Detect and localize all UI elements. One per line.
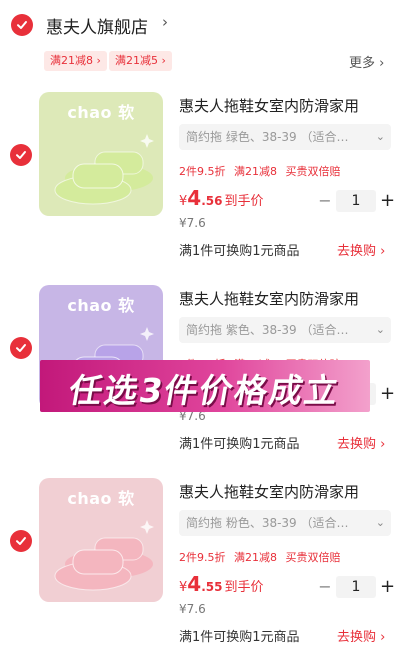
check-icon: [17, 21, 27, 29]
sku-selector-label: 简约拖 粉色、38-39 （适合…: [186, 516, 349, 530]
swap-offer-link[interactable]: 去换购 ›: [337, 433, 385, 452]
final-price: ¥4.56到手价: [179, 186, 263, 210]
product-title[interactable]: 惠夫人拖鞋女室内防滑家用: [179, 95, 391, 116]
product-image-caption: chao 软: [67, 489, 135, 508]
promo-labels: 2件9.5折 满21减8 买贵双倍赔: [179, 163, 346, 179]
chevron-down-icon: ⌄: [375, 516, 385, 529]
sku-selector-label: 简约拖 绿色、38-39 （适合…: [186, 130, 349, 144]
promo-label: 买贵双倍赔: [285, 165, 341, 178]
price-decimal: .56: [201, 194, 223, 208]
price-label: 到手价: [224, 194, 264, 209]
promo-label: 买贵双倍赔: [285, 551, 341, 564]
promo-label: 满21减8: [234, 165, 277, 178]
increase-button[interactable]: +: [380, 576, 395, 598]
overlay-banner: 任选3件价格成立: [40, 360, 370, 412]
price-integer: 4: [187, 572, 202, 596]
cart-item: chao 软 惠夫人拖鞋女室内防滑家用 简约拖 绿色、38-39 （适合… ⌄ …: [0, 92, 401, 282]
price-integer: 4: [187, 186, 202, 210]
swap-offer-text: 满1件可换购1元商品: [179, 437, 300, 452]
final-price: ¥4.55 到手价: [179, 572, 263, 596]
increase-button[interactable]: +: [380, 190, 395, 212]
quantity-stepper: − 1 +: [318, 576, 395, 598]
product-image-caption: chao 软: [67, 296, 135, 315]
sku-selector[interactable]: 简约拖 粉色、38-39 （适合… ⌄: [179, 510, 391, 536]
store-name[interactable]: 惠夫人旗舰店: [46, 13, 148, 38]
promo-label: 2件9.5折: [179, 551, 226, 564]
promo-label: 2件9.5折: [179, 165, 226, 178]
swap-offer-link[interactable]: 去换购 ›: [337, 240, 385, 259]
original-price: ¥7.6: [179, 602, 206, 616]
product-image[interactable]: chao 软: [39, 92, 163, 216]
product-title[interactable]: 惠夫人拖鞋女室内防滑家用: [179, 481, 391, 502]
swap-offer-text: 满1件可换购1元商品: [179, 630, 300, 645]
promo-tag[interactable]: 满21减5 ›: [109, 51, 172, 71]
product-image[interactable]: chao 软: [39, 478, 163, 602]
sku-selector[interactable]: 简约拖 绿色、38-39 （适合… ⌄: [179, 124, 391, 150]
quantity-input[interactable]: 1: [336, 190, 376, 212]
cart-item: chao 软 惠夫人拖鞋女室内防滑家用 简约拖 粉色、38-39 （适合… ⌄ …: [0, 478, 401, 663]
promo-tag[interactable]: 满21减8 ›: [44, 51, 107, 71]
promo-label: 满21减8: [234, 551, 277, 564]
store-arrow-icon[interactable]: ›: [162, 13, 168, 31]
swap-offer-link[interactable]: 去换购 ›: [337, 626, 385, 645]
store-select-checkbox[interactable]: [11, 14, 33, 36]
sku-selector-label: 简约拖 紫色、38-39 （适合…: [186, 323, 349, 337]
product-image-caption: chao 软: [67, 103, 135, 122]
sku-selector[interactable]: 简约拖 紫色、38-39 （适合… ⌄: [179, 317, 391, 343]
overlay-banner-text: 任选3件价格成立: [66, 371, 343, 410]
price-decimal: .55: [201, 580, 223, 594]
decrease-button[interactable]: −: [318, 576, 332, 598]
original-price: ¥7.6: [179, 216, 206, 230]
quantity-stepper: − 1 +: [318, 190, 395, 212]
chevron-down-icon: ⌄: [375, 130, 385, 143]
increase-button[interactable]: +: [380, 383, 395, 405]
swap-offer-text: 满1件可换购1元商品: [179, 244, 300, 259]
decrease-button[interactable]: −: [318, 190, 332, 212]
product-title[interactable]: 惠夫人拖鞋女室内防滑家用: [179, 288, 391, 309]
promo-labels: 2件9.5折 满21减8 买贵双倍赔: [179, 549, 346, 565]
price-label: 到手价: [224, 580, 264, 595]
more-button[interactable]: 更多 ›: [349, 52, 384, 71]
chevron-down-icon: ⌄: [375, 323, 385, 336]
quantity-input[interactable]: 1: [336, 576, 376, 598]
store-header: 惠夫人旗舰店 ›: [0, 0, 401, 48]
